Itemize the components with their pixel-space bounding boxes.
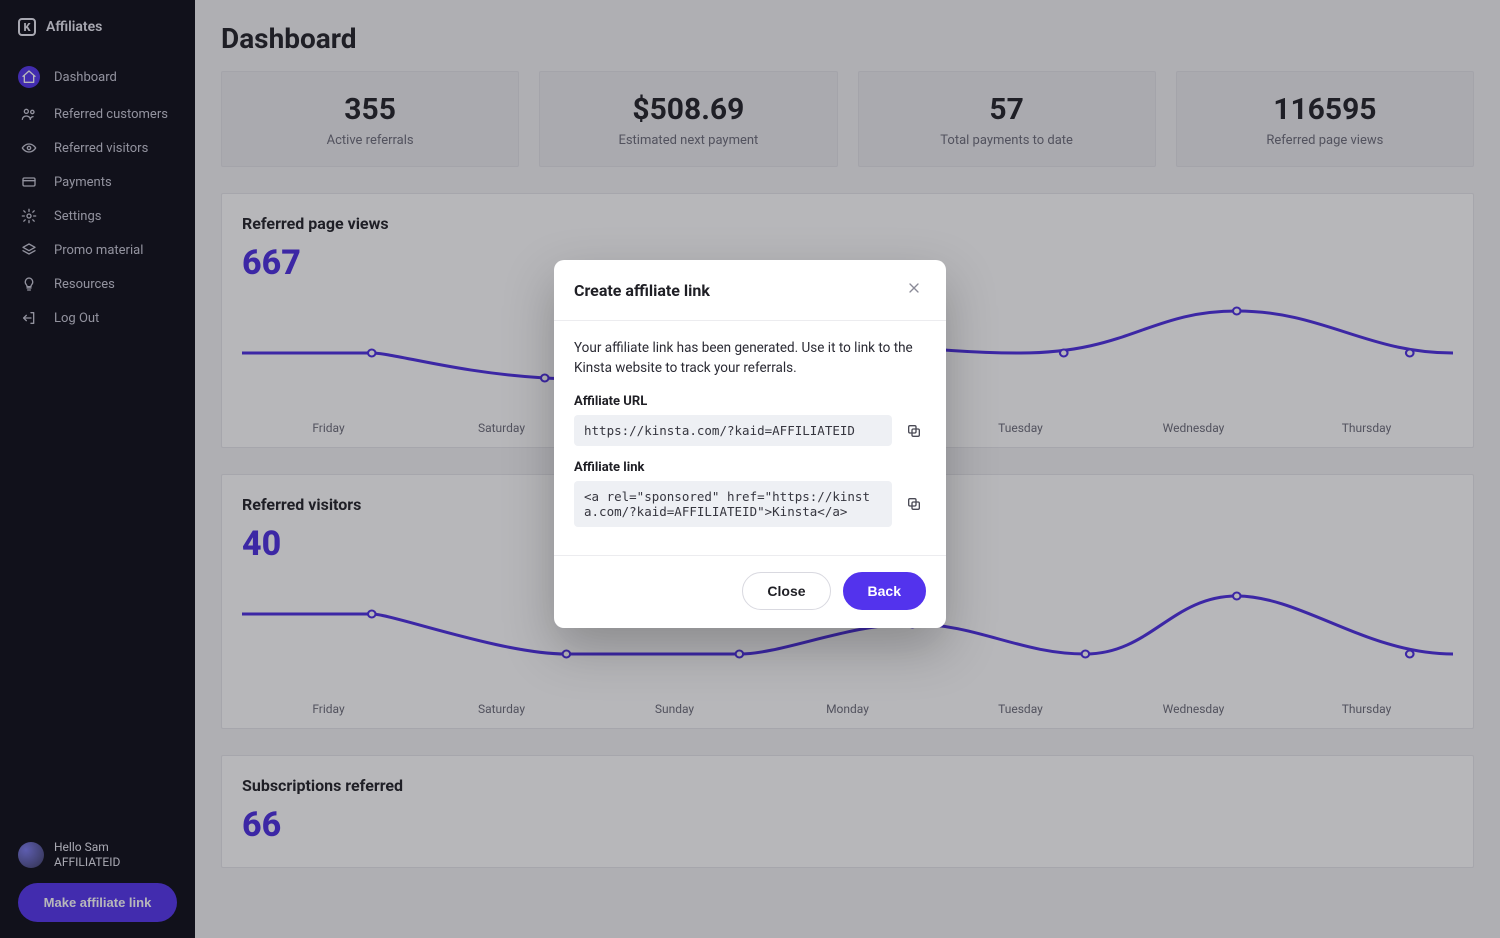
affiliate-url-label: Affiliate URL (574, 394, 926, 409)
copy-link-button[interactable] (902, 481, 926, 527)
copy-icon (906, 423, 922, 439)
back-button[interactable]: Back (843, 572, 926, 610)
affiliate-url-value[interactable]: https://kinsta.com/?kaid=AFFILIATEID (574, 415, 892, 446)
close-button[interactable]: Close (742, 572, 830, 610)
modal-title: Create affiliate link (574, 281, 710, 300)
affiliate-link-value[interactable]: <a rel="sponsored" href="https://kinsta.… (574, 481, 892, 527)
close-icon (906, 280, 922, 296)
copy-url-button[interactable] (902, 415, 926, 446)
copy-icon (906, 496, 922, 512)
modal-description: Your affiliate link has been generated. … (574, 339, 926, 378)
affiliate-link-label: Affiliate link (574, 460, 926, 475)
create-affiliate-link-modal: Create affiliate link Your affiliate lin… (554, 260, 946, 628)
modal-close-button[interactable] (902, 276, 926, 304)
modal-overlay: Create affiliate link Your affiliate lin… (0, 0, 1500, 938)
